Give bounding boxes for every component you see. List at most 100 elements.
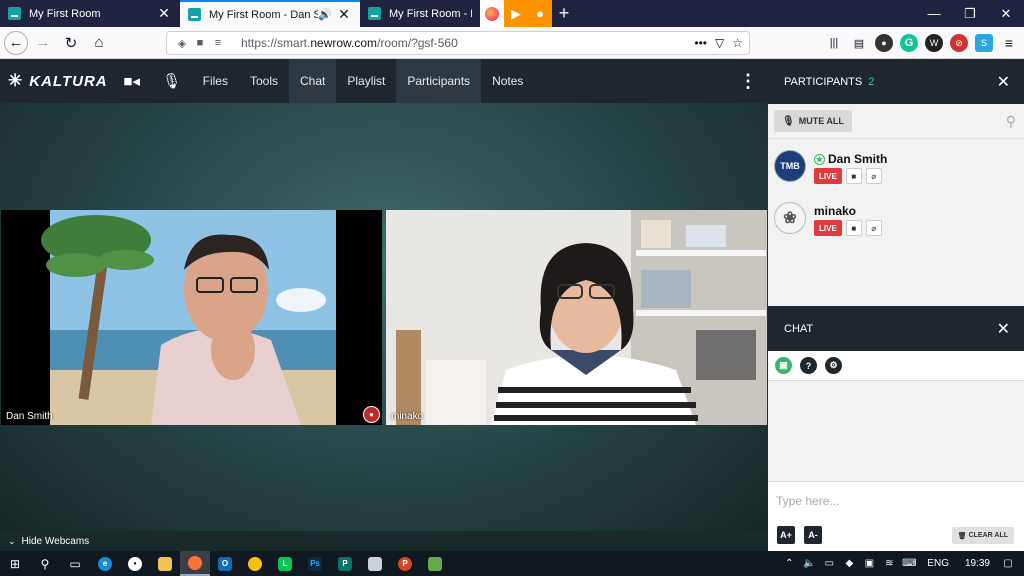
keyboard-icon[interactable]: ⌨ <box>899 558 919 569</box>
microphone-icon: 🎙 <box>782 115 795 127</box>
shield-icon[interactable]: ◈ <box>173 37 191 50</box>
url-text[interactable]: https://smart.newrow.com/room/?gsf-560 <box>241 36 694 50</box>
live-badge[interactable]: LIVE <box>814 220 842 236</box>
close-window-icon[interactable]: ✕ <box>988 0 1024 27</box>
tab-close-icon[interactable]: ✕ <box>336 6 352 23</box>
camera-icon[interactable]: ■◂ <box>112 59 152 103</box>
photoshop-icon[interactable]: Ps <box>300 551 330 576</box>
restore-icon[interactable]: ❐ <box>952 0 988 27</box>
more-options-icon[interactable]: ⋮ <box>728 71 768 92</box>
mic-muted-icon[interactable]: ⌀ <box>865 220 882 236</box>
library-icon[interactable]: ||| <box>825 34 843 52</box>
outlook-icon[interactable]: O <box>210 551 240 576</box>
close-participants-icon[interactable]: ✕ <box>997 72 1010 92</box>
wifi-icon[interactable]: ≋ <box>879 558 899 569</box>
menu-tools[interactable]: Tools <box>239 59 289 103</box>
lock-icon[interactable]: ■ <box>191 37 209 49</box>
extension-w-icon[interactable]: W <box>925 34 943 52</box>
browser-tab-1[interactable]: My First Room ✕ <box>0 0 180 27</box>
task-view-icon[interactable]: ▭ <box>60 551 90 576</box>
microphone-icon[interactable]: 🎙 <box>152 59 192 103</box>
browser-tab-3[interactable]: My First Room - Dan S <box>360 0 480 27</box>
camera-sharing-icon[interactable]: ▶ <box>504 0 528 27</box>
app-header: ✳ KALTURA ■◂ 🎙 Files Tools Chat Playlist… <box>0 59 768 103</box>
close-chat-icon[interactable]: ✕ <box>997 319 1010 339</box>
speaker-icon[interactable]: 🔊 <box>318 8 332 21</box>
windows-start-icon[interactable]: ⊞ <box>0 551 30 576</box>
chat-app-icon[interactable]: • <box>120 551 150 576</box>
avatar: TMB <box>774 150 806 182</box>
store-icon[interactable] <box>420 551 450 576</box>
menu-files[interactable]: Files <box>192 59 239 103</box>
meet-icon[interactable]: ▣ <box>859 558 879 569</box>
clear-all-button[interactable]: 🗑 CLEAR ALL <box>951 527 1014 544</box>
powerpoint-icon[interactable]: P <box>390 551 420 576</box>
window-controls: — ❐ ✕ <box>916 0 1024 27</box>
reload-button[interactable]: ↻ <box>58 30 84 56</box>
publisher-icon[interactable]: P <box>330 551 360 576</box>
search-icon[interactable]: ⚲ <box>30 551 60 576</box>
url-bar[interactable]: ◈ ■ ≡ https://smart.newrow.com/room/?gsf… <box>166 31 750 55</box>
firefox-icon[interactable] <box>180 551 210 576</box>
page-actions-icon[interactable]: ••• <box>694 36 707 50</box>
menu-participants[interactable]: Participants <box>396 59 482 103</box>
kaltura-favicon-icon <box>188 8 201 21</box>
minimize-icon[interactable]: — <box>916 0 952 27</box>
live-badge[interactable]: LIVE <box>814 168 842 184</box>
dropbox-icon[interactable]: ◆ <box>839 558 859 569</box>
clock[interactable]: 19:39 <box>957 558 998 569</box>
chevron-up-icon[interactable]: ⌃ <box>779 558 799 569</box>
battery-icon[interactable]: ▭ <box>819 558 839 569</box>
menu-icon[interactable]: ≡ <box>1000 34 1018 52</box>
settings-icon[interactable]: ⚙ <box>825 357 842 374</box>
recording-icon: ● <box>363 406 380 423</box>
language-indicator[interactable]: ENG <box>919 558 957 569</box>
permissions-icon[interactable]: ≡ <box>209 37 227 49</box>
forward-button[interactable]: → <box>30 30 56 56</box>
chat-input[interactable] <box>776 494 1016 508</box>
app-icon[interactable] <box>360 551 390 576</box>
new-tab-button[interactable]: + <box>552 0 576 27</box>
video-tile-dan-smith[interactable]: Dan Smith ● <box>1 210 382 425</box>
mute-all-button[interactable]: 🎙 MUTE ALL <box>774 110 852 132</box>
edge-icon[interactable]: e <box>90 551 120 576</box>
participant-row[interactable]: TMB ★ Dan Smith LIVE ■ ⌀ <box>768 150 1024 200</box>
chevron-down-icon: ⌄ <box>8 535 16 546</box>
font-increase-button[interactable]: A+ <box>777 526 795 544</box>
menu-notes[interactable]: Notes <box>481 59 534 103</box>
hide-webcams-bar[interactable]: ⌄ Hide Webcams <box>0 531 768 551</box>
grammarly-icon[interactable]: G <box>900 34 918 52</box>
pocket-icon[interactable]: ▽ <box>715 36 724 50</box>
volume-icon[interactable]: 🔈 <box>799 558 819 569</box>
camera-toggle-icon[interactable]: ■ <box>845 168 862 184</box>
participants-toolbar: 🎙 MUTE ALL ⚲ <box>768 104 1024 139</box>
sidebar-icon[interactable]: ▤ <box>850 34 868 52</box>
tab-close-icon[interactable]: ✕ <box>156 5 172 22</box>
firefox-icon[interactable] <box>480 0 504 27</box>
menu-playlist[interactable]: Playlist <box>336 59 396 103</box>
chat-room-icon[interactable]: ▣ <box>775 357 792 374</box>
kaltura-favicon-icon <box>368 7 381 20</box>
line-icon[interactable]: L <box>270 551 300 576</box>
home-button[interactable]: ⌂ <box>86 30 112 56</box>
microphone-sharing-icon[interactable]: ● <box>528 0 552 27</box>
question-icon[interactable]: ? <box>800 357 817 374</box>
mic-muted-icon[interactable]: ⌀ <box>865 168 882 184</box>
camera-off-icon[interactable]: ■ <box>845 220 862 236</box>
file-explorer-icon[interactable] <box>150 551 180 576</box>
account-icon[interactable]: ● <box>875 34 893 52</box>
participant-row[interactable]: ❀ minako LIVE ■ ⌀ <box>768 202 1024 252</box>
back-button[interactable]: ← <box>4 30 28 55</box>
video-name-label: Dan Smith <box>6 411 53 422</box>
extension-s-icon[interactable]: S <box>975 34 993 52</box>
extension-ublock-icon[interactable]: ⊘ <box>950 34 968 52</box>
bookmark-star-icon[interactable]: ☆ <box>732 36 743 50</box>
menu-chat[interactable]: Chat <box>288 59 337 103</box>
browser-tab-2[interactable]: My First Room - Dan Smith 🔊 ✕ <box>180 0 360 27</box>
search-icon[interactable]: ⚲ <box>1006 113 1016 130</box>
video-tile-minako[interactable]: minako <box>386 210 767 425</box>
notifications-icon[interactable]: ▢ <box>998 558 1018 569</box>
font-decrease-button[interactable]: A- <box>804 526 822 544</box>
chrome-icon[interactable] <box>240 551 270 576</box>
screen: My First Room ✕ My First Room - Dan Smit… <box>0 0 1024 576</box>
